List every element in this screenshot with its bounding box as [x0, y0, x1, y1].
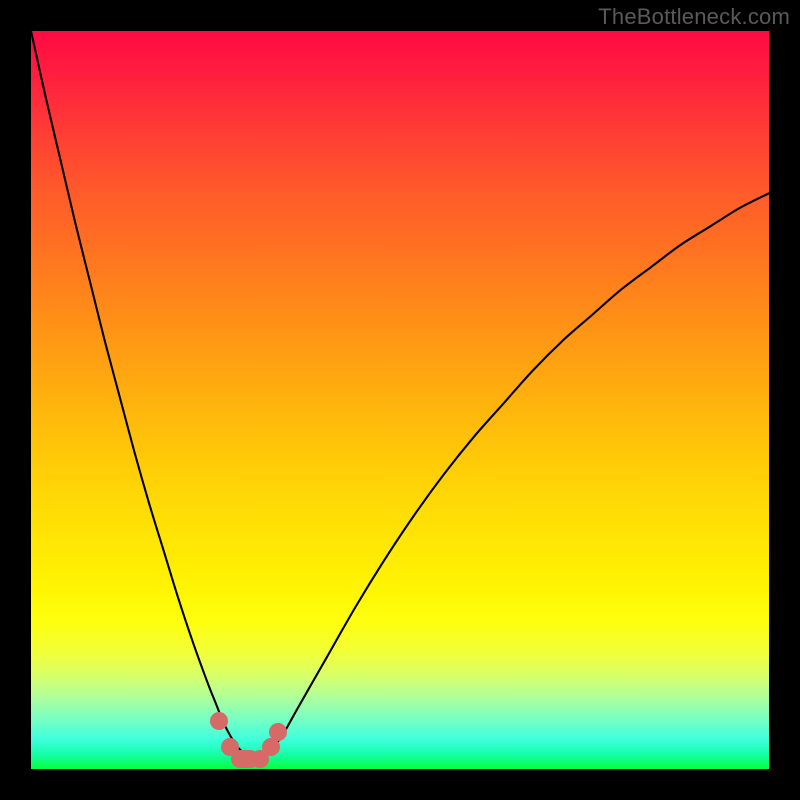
trough-marker [210, 712, 228, 730]
trough-marker [269, 723, 287, 741]
bottleneck-curve [31, 31, 769, 769]
chart-frame: TheBottleneck.com [0, 0, 800, 800]
plot-area [31, 31, 769, 769]
watermark-text: TheBottleneck.com [598, 4, 790, 30]
